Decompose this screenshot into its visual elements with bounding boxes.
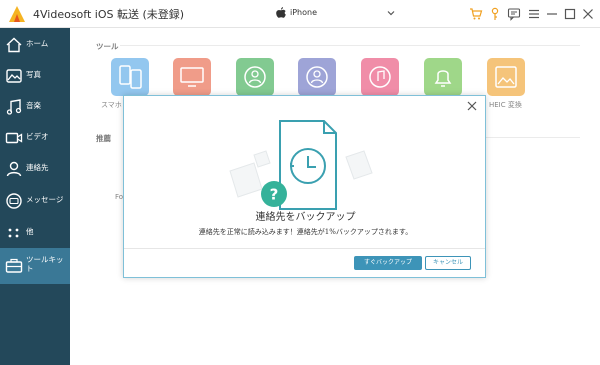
menu-icon[interactable] xyxy=(527,7,541,21)
sidebar-item-messages[interactable]: メッセージ xyxy=(0,184,70,218)
key-icon[interactable] xyxy=(488,7,502,21)
sidebar-item-label: メッセージ xyxy=(26,195,64,204)
music-icon xyxy=(6,99,22,115)
app-logo-icon xyxy=(9,6,25,22)
dialog-divider xyxy=(124,248,485,249)
dialog-message: 連絡先を正常に読み込みます！連絡先が1%バックアップされます。 xyxy=(198,228,413,236)
chevron-down-icon xyxy=(387,11,395,16)
apple-icon xyxy=(276,7,286,18)
sidebar-item-contacts[interactable]: 連絡先 xyxy=(0,152,70,186)
cart-icon[interactable] xyxy=(469,7,483,21)
sidebar-item-home[interactable]: ホーム xyxy=(0,28,70,62)
device-selector[interactable]: iPhone xyxy=(270,5,402,23)
maximize-icon[interactable] xyxy=(563,7,577,21)
cancel-button[interactable]: キャンセル xyxy=(425,256,471,270)
home-icon xyxy=(6,37,22,53)
sidebar-item-label: 音楽 xyxy=(26,101,41,110)
sidebar-item-label: 他 xyxy=(26,227,34,236)
title-bar: 4Videosoft iOS 転送 (未登録) iPhone xyxy=(0,0,600,28)
sidebar-item-video[interactable]: ビデオ xyxy=(0,121,70,155)
feedback-icon[interactable] xyxy=(507,7,521,21)
video-icon xyxy=(5,132,23,144)
minimize-icon[interactable] xyxy=(545,7,559,21)
sidebar-item-music[interactable]: 音楽 xyxy=(0,90,70,124)
dialog-title: 連絡先をバックアップ xyxy=(255,212,356,223)
svg-text:?: ? xyxy=(270,186,279,204)
app-title: 4Videosoft iOS 転送 (未登録) xyxy=(33,8,185,21)
photo-icon xyxy=(6,69,22,83)
dialog-close-icon[interactable] xyxy=(466,100,478,112)
sidebar-item-label: 写真 xyxy=(26,70,41,79)
message-icon xyxy=(6,193,22,209)
sidebar-item-label: ホーム xyxy=(26,39,49,48)
sidebar-item-other[interactable]: 他 xyxy=(0,216,70,250)
contacts-icon xyxy=(6,161,22,177)
device-name: iPhone xyxy=(290,8,318,17)
other-icon xyxy=(8,228,19,238)
close-icon[interactable] xyxy=(581,7,595,21)
sidebar: ホーム 写真 音楽 ビデオ 連絡先 メッセージ 他 ツールキット xyxy=(0,28,70,365)
sidebar-item-toolkit[interactable]: ツールキット xyxy=(0,248,70,284)
backup-now-button[interactable]: すぐバックアップ xyxy=(354,256,422,270)
toolkit-icon xyxy=(5,258,23,273)
sidebar-item-photos[interactable]: 写真 xyxy=(0,59,70,93)
sidebar-item-label: ツールキット xyxy=(26,255,64,273)
sidebar-item-label: 連絡先 xyxy=(26,163,49,172)
backup-illustration-icon: ? xyxy=(229,120,373,210)
backup-dialog: ? 連絡先をバックアップ 連絡先を正常に読み込みます！連絡先が1%バックアップさ… xyxy=(123,95,486,278)
sidebar-item-label: ビデオ xyxy=(26,132,49,141)
